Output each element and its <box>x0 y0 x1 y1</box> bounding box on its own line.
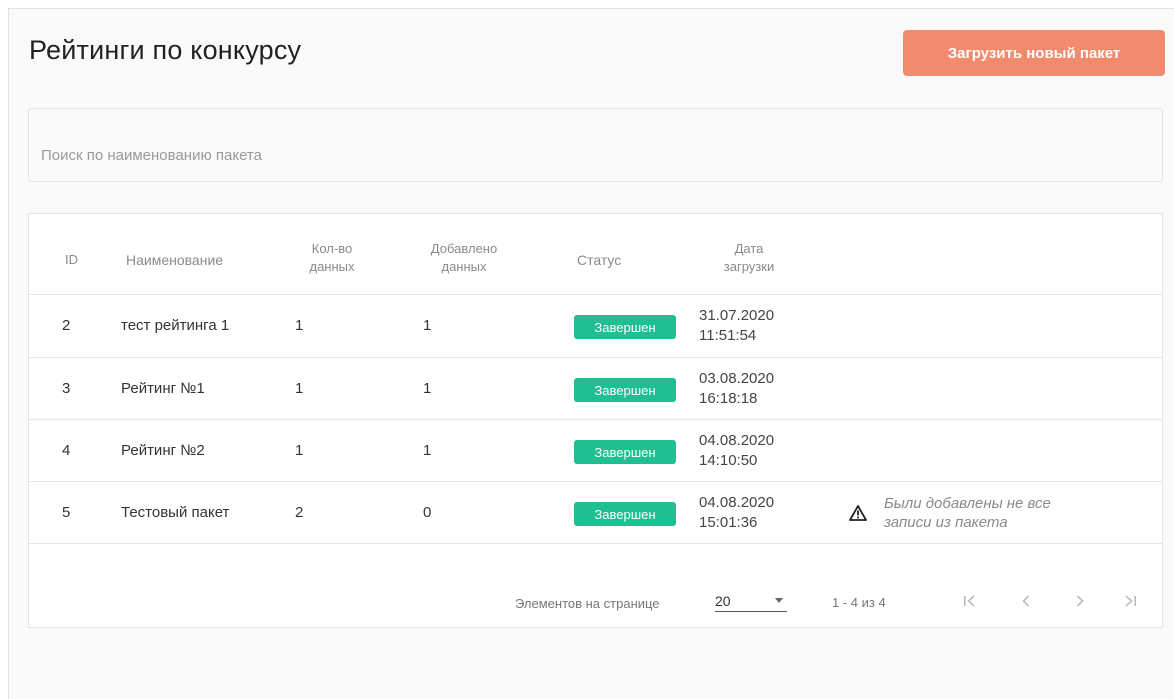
row-date: 04.08.2020 <box>699 432 775 449</box>
row-date: 03.08.2020 <box>699 370 775 387</box>
last-page-button[interactable] <box>1115 586 1145 616</box>
row-added: 1 <box>423 442 432 459</box>
content-panel: Рейтинги по конкурсу Загрузить новый пак… <box>8 8 1174 699</box>
prev-page-button[interactable] <box>1011 586 1041 616</box>
header-count: Кол-во данных <box>297 240 367 276</box>
row-name: тест рейтинга 1 <box>121 317 230 334</box>
row-time: 14:10:50 <box>699 452 758 469</box>
table-row[interactable]: 3 Рейтинг №1 1 1 Завершен 03.08.2020 16:… <box>29 358 1162 420</box>
row-added: 0 <box>423 504 432 521</box>
page-range-label: 1 - 4 из 4 <box>832 595 886 610</box>
prev-page-icon <box>1022 595 1030 607</box>
search-box <box>28 108 1163 182</box>
header-added: Добавлено данных <box>419 240 509 276</box>
table-row[interactable]: 4 Рейтинг №2 1 1 Завершен 04.08.2020 14:… <box>29 420 1162 482</box>
header-count-line2: данных <box>309 259 355 274</box>
status-badge: Завершен <box>574 315 676 339</box>
warning-note-line1: Были добавлены не все <box>884 495 1051 512</box>
row-added: 1 <box>423 317 432 334</box>
row-id: 2 <box>62 317 71 334</box>
row-name: Тестовый пакет <box>121 504 230 521</box>
next-page-button[interactable] <box>1065 586 1095 616</box>
header-date-line1: Дата <box>734 241 764 256</box>
header-added-line2: данных <box>441 259 487 274</box>
row-count: 1 <box>295 380 304 397</box>
chevron-down-icon <box>775 598 783 603</box>
table-row[interactable]: 2 тест рейтинга 1 1 1 Завершен 31.07.202… <box>29 295 1162 357</box>
status-badge: Завершен <box>574 440 676 464</box>
last-page-icon <box>1125 595 1136 607</box>
row-upload-date: 31.07.2020 11:51:54 <box>699 306 774 346</box>
row-upload-date: 04.08.2020 14:10:50 <box>699 431 774 471</box>
row-name: Рейтинг №2 <box>121 442 205 459</box>
status-badge: Завершен <box>574 378 676 402</box>
search-input[interactable] <box>41 143 1141 167</box>
header-id: ID <box>65 252 78 267</box>
row-name: Рейтинг №1 <box>121 380 205 397</box>
header-count-line1: Кол-во <box>311 241 353 256</box>
upload-new-package-button[interactable]: Загрузить новый пакет <box>903 30 1165 76</box>
row-id: 3 <box>62 380 71 397</box>
row-warning-note: Были добавлены не все записи из пакета <box>884 494 1114 532</box>
page-size-select[interactable]: 20 <box>715 590 787 612</box>
first-page-button[interactable] <box>955 586 985 616</box>
row-count: 2 <box>295 504 304 521</box>
row-added: 1 <box>423 380 432 397</box>
row-id: 5 <box>62 504 71 521</box>
first-page-icon <box>964 595 975 607</box>
page-size-value: 20 <box>715 592 731 609</box>
status-badge: Завершен <box>574 502 676 526</box>
row-time: 15:01:36 <box>699 514 758 531</box>
header-status: Статус <box>577 252 622 268</box>
header-added-line1: Добавлено <box>430 241 498 256</box>
header-name: Наименование <box>126 252 224 268</box>
row-time: 16:18:18 <box>699 390 758 407</box>
table-row[interactable]: 5 Тестовый пакет 2 0 Завершен 04.08.2020… <box>29 482 1162 544</box>
page-title: Рейтинги по конкурсу <box>29 35 302 65</box>
warning-note-line2: записи из пакета <box>884 514 1008 531</box>
next-page-icon <box>1076 595 1084 607</box>
row-date: 04.08.2020 <box>699 494 775 511</box>
row-count: 1 <box>295 317 304 334</box>
row-id: 4 <box>62 442 71 459</box>
row-upload-date: 04.08.2020 15:01:36 <box>699 493 774 533</box>
header-date: Дата загрузки <box>709 240 789 276</box>
row-count: 1 <box>295 442 304 459</box>
items-per-page-label: Элементов на странице <box>515 596 660 611</box>
divider <box>29 543 1162 544</box>
row-time: 11:51:54 <box>699 327 757 344</box>
row-date: 31.07.2020 <box>699 307 775 324</box>
warning-icon <box>849 505 867 521</box>
header-date-line2: загрузки <box>723 259 775 274</box>
row-upload-date: 03.08.2020 16:18:18 <box>699 369 774 409</box>
packages-table: ID Наименование Кол-во данных Добавлено … <box>28 213 1163 628</box>
